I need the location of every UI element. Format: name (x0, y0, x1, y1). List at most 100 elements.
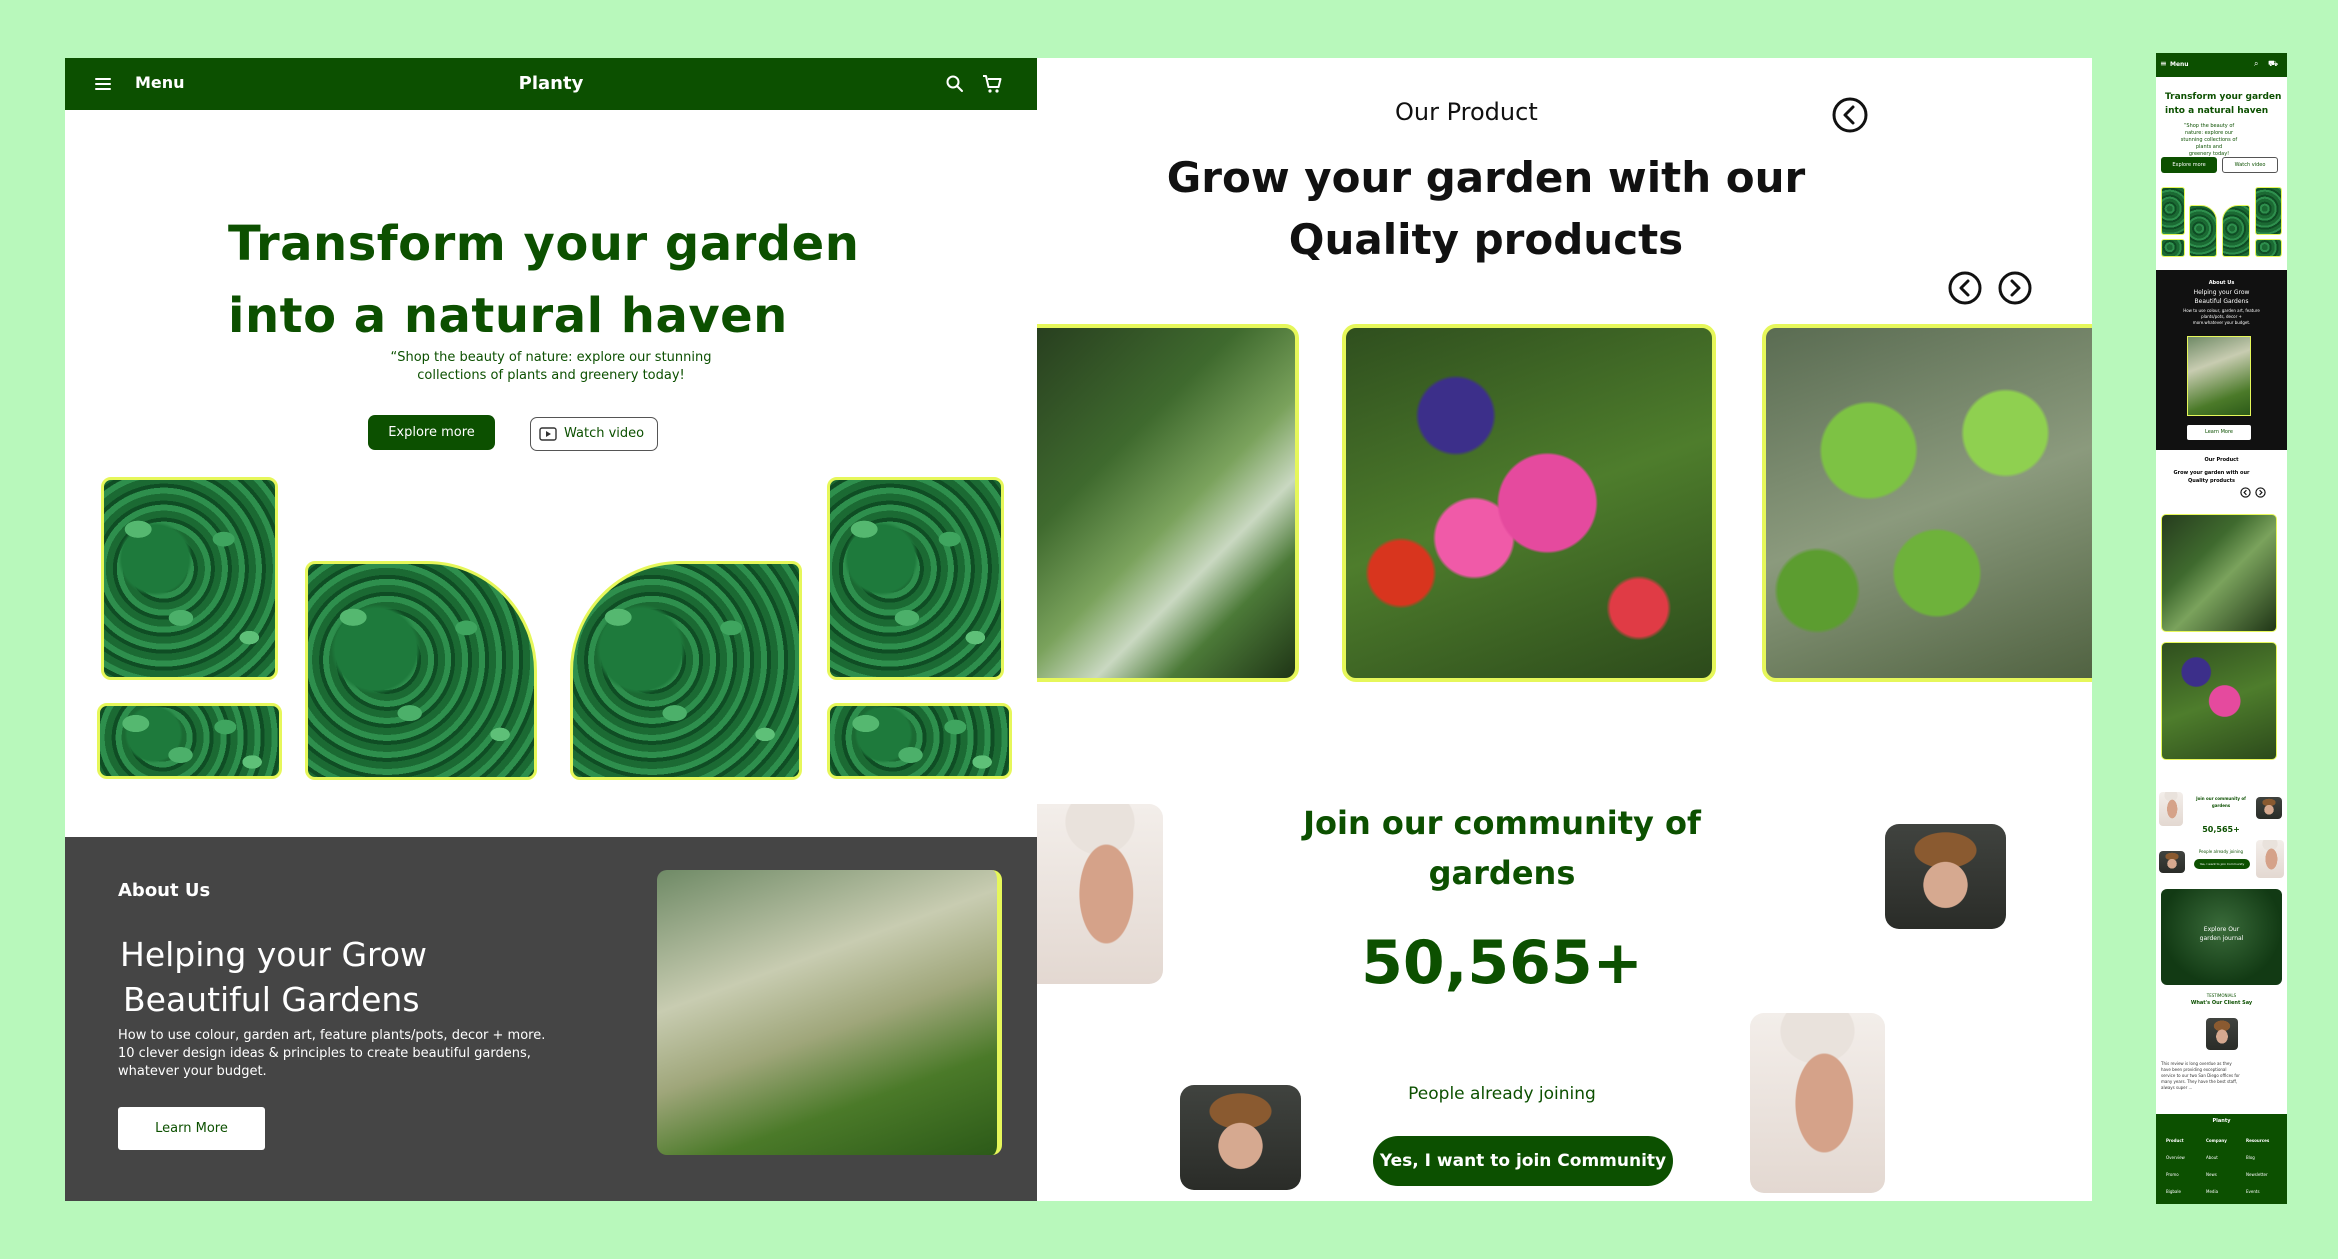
watch-video-button[interactable]: Watch video (530, 417, 658, 451)
mini-journal-title: Explore Our garden journal (2161, 925, 2282, 943)
mini-cart-icon[interactable]: ⛟ (2268, 59, 2278, 69)
mobile-preview: ≡ Menu ⌕ ⛟ Transform your garden into a … (2156, 53, 2287, 1204)
footer-link[interactable]: About (2206, 1149, 2250, 1166)
about-section: About Us Helping your Grow Beautiful Gar… (65, 837, 1037, 1201)
product-title-line: Grow your garden with our (1166, 153, 1806, 202)
mini-journal-title-line: Explore Our (2203, 926, 2240, 933)
about-title-line: Beautiful Gardens (123, 980, 420, 1019)
footer-link[interactable]: Product (2166, 1132, 2210, 1149)
mini-journal-title-line: garden journal (2199, 935, 2244, 942)
mini-leaf-image (2161, 187, 2185, 235)
mini-prev-icon[interactable] (2240, 487, 2251, 498)
about-title-line: Helping your Grow (120, 935, 428, 974)
mini-footer-col: Resources Blog Newsletter Events (2246, 1132, 2287, 1200)
mini-product-title: Grow your garden with our Quality produc… (2156, 469, 2267, 485)
mini-about-photo (2187, 336, 2251, 416)
mini-avatar (2159, 792, 2183, 826)
search-icon[interactable] (945, 74, 965, 94)
mini-leaf-image (2161, 239, 2185, 257)
mini-footer: Planty Product Overview Promo Bigbale Co… (2156, 1114, 2287, 1204)
join-community-button[interactable]: Yes, I want to join Community (1373, 1136, 1673, 1186)
product-card-sorrel[interactable] (1762, 324, 2092, 682)
hero-subtitle-line: collections of plants and greenery today… (417, 368, 685, 383)
mini-menu-icon[interactable]: ≡ (2160, 59, 2167, 68)
footer-link[interactable]: Resources (2246, 1132, 2287, 1149)
mini-about-desc-line: more.whatever your budget. (2192, 320, 2251, 325)
hero-title: Transform your garden into a natural hav… (228, 208, 859, 352)
mini-leaf-image (2255, 187, 2282, 235)
top-navbar: Menu Planty (65, 58, 1037, 110)
gardening-photo (657, 870, 1002, 1155)
mini-community-title-line: gardens (2211, 803, 2231, 808)
mini-testimonial-quote: This review is long overdue as they have… (2161, 1061, 2283, 1091)
footer-link[interactable]: Promo (2166, 1166, 2210, 1183)
community-count: 50,565+ (1361, 928, 1643, 998)
mini-testimonials-title: What's Our Client Say (2190, 1000, 2253, 1006)
hero-title-line: Transform your garden (228, 216, 860, 272)
mini-avatar (2256, 797, 2282, 819)
mini-hero-title-line: Transform your garden (2165, 92, 2282, 102)
mini-testimonial-avatar (2206, 1018, 2238, 1050)
mini-menu-label[interactable]: Menu (2170, 61, 2189, 68)
explore-more-button[interactable]: Explore more (368, 415, 495, 450)
product-card-ferns[interactable] (1037, 324, 1299, 682)
mini-hero-subtitle: “Shop the beauty of nature: explore our … (2174, 123, 2244, 158)
about-desc-line: How to use colour, garden art, feature p… (118, 1028, 546, 1043)
mini-search-icon[interactable]: ⌕ (2254, 59, 2258, 69)
mini-journal-card[interactable]: Explore Our garden journal (2161, 889, 2282, 985)
about-description: How to use colour, garden art, feature p… (118, 1027, 588, 1081)
community-avatar-youth-right (1885, 824, 2006, 929)
hero-subtitle-line: “Shop the beauty of nature: explore our … (390, 350, 712, 365)
leaf-image-small-left (97, 703, 282, 779)
mini-about-title: Helping your Grow Beautiful Gardens (2156, 288, 2287, 306)
footer-link[interactable]: Blog (2246, 1149, 2287, 1166)
watch-video-label: Watch video (564, 426, 645, 441)
landing-page-middle: Our Product Grow your garden with our Qu… (1037, 58, 2092, 1201)
mini-footer-brand: Planty (2212, 1118, 2231, 1124)
brand-logo[interactable]: Planty (65, 73, 1037, 94)
landing-page-left: Menu Planty Transform your garden into a… (65, 58, 1037, 1201)
mini-quote-line: always super ... (2161, 1085, 2193, 1090)
mini-explore-button[interactable]: Explore more (2161, 157, 2217, 173)
mini-product-card[interactable] (2161, 642, 2277, 760)
footer-link[interactable]: News (2206, 1166, 2250, 1183)
footer-link[interactable]: Newsletter (2246, 1166, 2287, 1183)
mini-community-subtitle: People already joining (2198, 849, 2244, 854)
community-avatar-man-right (1750, 1013, 1885, 1193)
mini-product-title-line: Grow your garden with our (2173, 470, 2250, 476)
mini-watch-button[interactable]: Watch video (2222, 157, 2278, 173)
mini-community-title-line: Join our community of (2196, 796, 2246, 801)
mini-community-count: 50,565+ (2202, 825, 2240, 834)
leaf-image-tall-right (827, 477, 1004, 680)
leaf-image-arch-right (570, 561, 802, 780)
section-pretitle: Our Product (1395, 98, 1538, 126)
footer-link[interactable]: Bigbale (2166, 1183, 2210, 1200)
footer-link[interactable]: Media (2206, 1183, 2250, 1200)
product-card-flowers[interactable] (1342, 324, 1716, 682)
about-title: Helping your Grow Beautiful Gardens (120, 932, 427, 1022)
footer-link[interactable]: Overview (2166, 1149, 2210, 1166)
hero-subtitle: “Shop the beauty of nature: explore our … (65, 349, 1037, 385)
mini-avatar (2159, 851, 2185, 873)
carousel-prev-icon[interactable] (1947, 270, 1983, 306)
about-label: About Us (118, 880, 211, 901)
cart-icon[interactable] (981, 73, 1003, 95)
mini-footer-col: Company About News Media (2206, 1132, 2250, 1200)
product-title: Grow your garden with our Quality produc… (1037, 147, 1935, 271)
mini-about-label: About Us (2208, 280, 2235, 286)
mini-product-card[interactable] (2161, 514, 2277, 632)
footer-link[interactable]: Company (2206, 1132, 2250, 1149)
mini-learn-more-button[interactable]: Learn More (2187, 425, 2251, 440)
mini-next-icon[interactable] (2255, 487, 2266, 498)
community-title-line: gardens (1428, 854, 1576, 892)
footer-link[interactable]: Events (2246, 1183, 2287, 1200)
mini-navbar: ≡ Menu ⌕ ⛟ (2156, 53, 2287, 77)
back-arrow-icon[interactable] (1831, 96, 1869, 134)
community-avatar-man-left (1037, 804, 1163, 984)
carousel-next-icon[interactable] (1997, 270, 2033, 306)
mini-testimonials-label: TESTIMONIALS (2206, 993, 2237, 998)
learn-more-button[interactable]: Learn More (118, 1107, 265, 1150)
mini-join-button[interactable]: Yes, I want to join Community (2194, 859, 2250, 869)
mini-hero-title-line: into a natural haven (2165, 106, 2269, 116)
mini-footer-col: Product Overview Promo Bigbale (2166, 1132, 2210, 1200)
